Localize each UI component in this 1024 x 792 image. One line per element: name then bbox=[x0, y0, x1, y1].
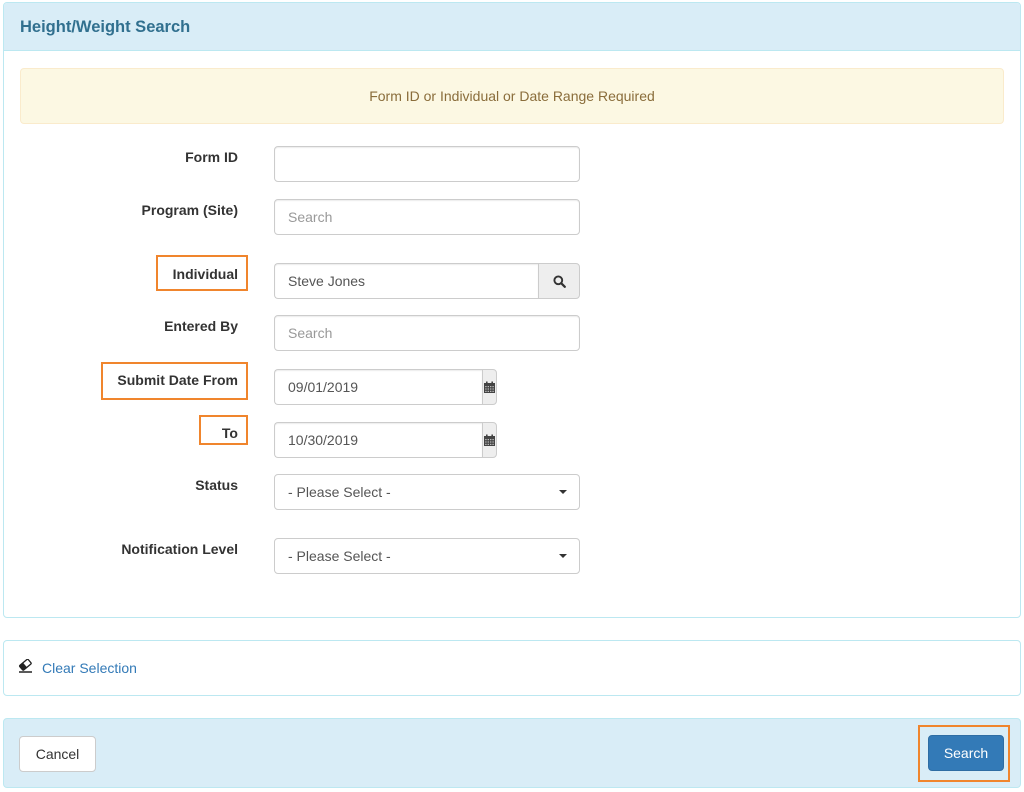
notification-level-selected-value: - Please Select - bbox=[288, 548, 391, 564]
submit-date-from-label: Submit Date From bbox=[117, 372, 238, 388]
cancel-button[interactable]: Cancel bbox=[19, 736, 96, 772]
panel-heading: Height/Weight Search bbox=[4, 3, 1020, 51]
submit-date-to-calendar-button[interactable] bbox=[482, 422, 497, 458]
program-site-label: Program (Site) bbox=[141, 202, 238, 218]
clear-selection-link[interactable]: Clear Selection bbox=[18, 658, 137, 676]
form-id-input[interactable] bbox=[274, 146, 580, 182]
calendar-icon bbox=[484, 381, 495, 393]
individual-input[interactable] bbox=[274, 263, 538, 299]
individual-label: Individual bbox=[172, 266, 238, 282]
form-id-label: Form ID bbox=[185, 149, 238, 165]
status-selected-value: - Please Select - bbox=[288, 484, 391, 500]
clear-selection-label: Clear Selection bbox=[42, 659, 137, 676]
notification-level-label: Notification Level bbox=[121, 541, 238, 557]
submit-date-to-label: To bbox=[221, 425, 238, 441]
requirement-alert: Form ID or Individual or Date Range Requ… bbox=[20, 68, 1004, 124]
status-label: Status bbox=[195, 477, 238, 493]
notification-level-select[interactable]: - Please Select - bbox=[274, 538, 580, 574]
submit-date-to-input[interactable] bbox=[274, 422, 482, 458]
submit-date-from-calendar-button[interactable] bbox=[482, 369, 497, 405]
individual-search-button[interactable] bbox=[538, 263, 580, 299]
page-title: Height/Weight Search bbox=[20, 18, 191, 36]
search-icon bbox=[552, 274, 566, 288]
eraser-icon bbox=[18, 658, 34, 676]
chevron-down-icon bbox=[559, 490, 567, 494]
submit-date-to-group bbox=[274, 422, 497, 458]
individual-input-group bbox=[274, 263, 580, 299]
chevron-down-icon bbox=[559, 554, 567, 558]
program-site-input[interactable] bbox=[274, 199, 580, 235]
status-select[interactable]: - Please Select - bbox=[274, 474, 580, 510]
footer-panel: Cancel Search bbox=[3, 718, 1021, 788]
search-panel: Height/Weight Search Form ID or Individu… bbox=[3, 2, 1021, 618]
clear-panel: Clear Selection bbox=[3, 640, 1021, 696]
submit-date-from-input[interactable] bbox=[274, 369, 482, 405]
entered-by-label: Entered By bbox=[164, 318, 238, 334]
search-button[interactable]: Search bbox=[928, 735, 1004, 771]
submit-date-from-group bbox=[274, 369, 497, 405]
calendar-icon bbox=[484, 434, 495, 446]
entered-by-input[interactable] bbox=[274, 315, 580, 351]
